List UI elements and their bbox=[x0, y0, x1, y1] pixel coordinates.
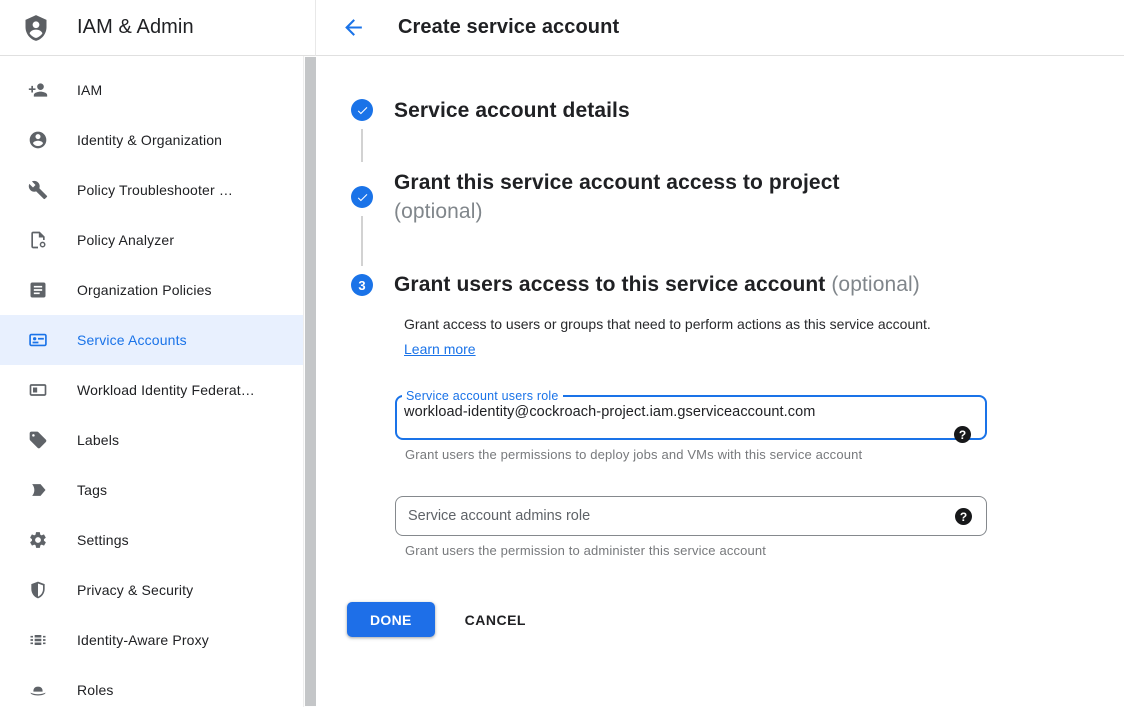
admins-role-field-group: ? Grant users the permission to administ… bbox=[395, 496, 987, 558]
doc-gear-icon bbox=[28, 230, 48, 250]
users-role-label: Service account users role bbox=[402, 389, 563, 403]
account-circle-icon bbox=[28, 130, 48, 150]
gear-icon bbox=[28, 530, 48, 550]
action-buttons-row: DONE CANCEL bbox=[347, 602, 1124, 637]
article-icon bbox=[28, 280, 48, 300]
step-connector bbox=[361, 129, 363, 162]
sidebar-item-roles[interactable]: Roles bbox=[0, 665, 303, 707]
shield-half-icon bbox=[28, 580, 48, 600]
step-grant-users-access: 3 Grant users access to this service acc… bbox=[351, 272, 1124, 558]
admins-role-fieldbox: ? bbox=[395, 496, 987, 536]
sidebar-item-policy-troubleshooter[interactable]: Policy Troubleshooter … bbox=[0, 165, 303, 215]
cancel-button[interactable]: CANCEL bbox=[465, 612, 526, 628]
sidebar-item-organization-policies[interactable]: Organization Policies bbox=[0, 265, 303, 315]
iam-admin-shield-icon bbox=[22, 13, 50, 43]
step2-optional-label: (optional) bbox=[394, 200, 483, 223]
step2-complete-check-icon bbox=[351, 186, 373, 208]
step2-rail bbox=[351, 168, 373, 272]
service-account-users-role-input[interactable] bbox=[397, 404, 897, 426]
wrench-icon bbox=[28, 180, 48, 200]
back-arrow-icon bbox=[341, 15, 366, 40]
sidebar-item-policy-analyzer[interactable]: Policy Analyzer bbox=[0, 215, 303, 265]
step3-number-badge: 3 bbox=[351, 274, 373, 296]
sidebar-scrollbar-thumb[interactable] bbox=[305, 57, 316, 706]
service-account-key-icon bbox=[28, 330, 48, 350]
sidebar-item-service-accounts[interactable]: Service Accounts bbox=[0, 315, 303, 365]
users-role-field-group: Service account users role ? Grant users… bbox=[395, 389, 987, 462]
sidebar-item-label: Policy Troubleshooter … bbox=[77, 182, 233, 198]
step-grant-access-to-project: Grant this service account access to pro… bbox=[351, 168, 1124, 272]
step-service-account-details: Service account details bbox=[351, 99, 1124, 168]
step3-rail: 3 bbox=[351, 272, 373, 558]
id-card-icon bbox=[28, 380, 48, 400]
person-add-icon bbox=[28, 80, 48, 100]
sidebar-item-label: IAM bbox=[77, 82, 102, 98]
step1-complete-check-icon bbox=[351, 99, 373, 121]
sidebar-item-label: Tags bbox=[77, 482, 107, 498]
arrow-label-icon bbox=[28, 480, 48, 500]
sidebar-item-iam[interactable]: IAM bbox=[0, 65, 303, 115]
sidebar-item-identity-organization[interactable]: Identity & Organization bbox=[0, 115, 303, 165]
users-role-fieldset: Service account users role ? bbox=[395, 389, 987, 440]
wizard-content: Service account details Grant this servi… bbox=[316, 56, 1124, 637]
step-connector bbox=[361, 216, 363, 266]
hat-icon bbox=[28, 680, 48, 700]
product-title: IAM & Admin bbox=[77, 16, 194, 39]
sidebar-item-privacy-security[interactable]: Privacy & Security bbox=[0, 565, 303, 615]
admins-role-helper-text: Grant users the permission to administer… bbox=[405, 543, 987, 558]
service-account-admins-role-input[interactable] bbox=[396, 508, 896, 524]
back-button[interactable] bbox=[340, 15, 366, 41]
step3-optional-label: (optional) bbox=[831, 273, 920, 296]
step3-title: Grant users access to this service accou… bbox=[394, 273, 825, 296]
users-role-help-icon[interactable]: ? bbox=[954, 426, 971, 443]
step2-title: Grant this service account access to pro… bbox=[394, 171, 840, 194]
sidebar-item-label: Roles bbox=[77, 682, 114, 698]
sidebar-item-workload-identity-federation[interactable]: Workload Identity Federat… bbox=[0, 365, 303, 415]
sidebar-item-label: Policy Analyzer bbox=[77, 232, 174, 248]
sidebar-item-label: Organization Policies bbox=[77, 282, 212, 298]
proxy-frame-icon bbox=[28, 630, 48, 650]
step3-description: Grant access to users or groups that nee… bbox=[404, 312, 956, 362]
step1-title: Service account details bbox=[394, 99, 1124, 123]
sidebar-scrollbar[interactable] bbox=[303, 56, 316, 707]
tag-icon bbox=[28, 430, 48, 450]
admins-role-help-icon[interactable]: ? bbox=[955, 508, 972, 525]
sidebar-item-label: Identity & Organization bbox=[77, 132, 222, 148]
sidebar-item-tags[interactable]: Tags bbox=[0, 465, 303, 515]
sidebar-item-label: Identity-Aware Proxy bbox=[77, 632, 209, 648]
learn-more-link[interactable]: Learn more bbox=[404, 341, 476, 357]
users-role-helper-text: Grant users the permissions to deploy jo… bbox=[405, 447, 987, 462]
done-button[interactable]: DONE bbox=[347, 602, 435, 637]
main-header: Create service account bbox=[316, 0, 1124, 56]
sidebar-item-label: Workload Identity Federat… bbox=[77, 382, 255, 398]
sidebar-header: IAM & Admin bbox=[0, 0, 316, 56]
page-title: Create service account bbox=[398, 16, 619, 39]
sidebar-item-settings[interactable]: Settings bbox=[0, 515, 303, 565]
main-panel: Create service account Service account d… bbox=[316, 0, 1124, 707]
sidebar-item-label: Settings bbox=[77, 532, 129, 548]
sidebar-item-identity-aware-proxy[interactable]: Identity-Aware Proxy bbox=[0, 615, 303, 665]
step1-rail bbox=[351, 99, 373, 168]
sidebar-item-label: Service Accounts bbox=[77, 332, 187, 348]
sidebar: IAM & Admin IAM Identity & Organization Po… bbox=[0, 0, 316, 707]
sidebar-item-label: Labels bbox=[77, 432, 119, 448]
sidebar-nav: IAM Identity & Organization Policy Trouble… bbox=[0, 56, 303, 707]
sidebar-item-label: Privacy & Security bbox=[77, 582, 193, 598]
sidebar-item-labels[interactable]: Labels bbox=[0, 415, 303, 465]
app-window: IAM & Admin IAM Identity & Organization Po… bbox=[0, 0, 1124, 707]
